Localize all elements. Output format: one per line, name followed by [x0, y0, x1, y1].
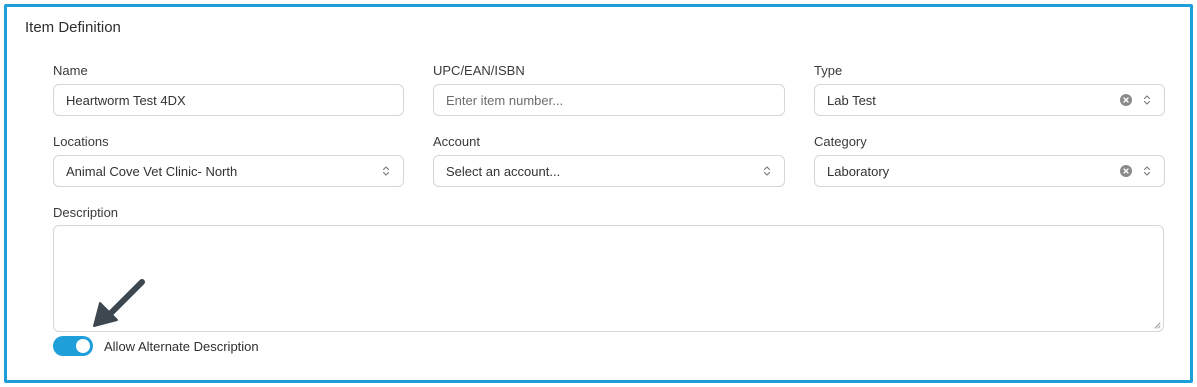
name-label: Name — [53, 63, 88, 78]
category-select[interactable]: Laboratory — [814, 155, 1165, 187]
allow-alternate-description-toggle[interactable] — [53, 336, 93, 356]
category-value: Laboratory — [827, 163, 890, 179]
clear-x-icon[interactable] — [1120, 94, 1132, 106]
toggle-knob — [76, 339, 90, 353]
allow-alternate-description-label: Allow Alternate Description — [104, 339, 259, 354]
chevron-updown-icon — [381, 163, 391, 179]
chevron-updown-icon — [762, 163, 772, 179]
upc-input[interactable]: Enter item number... — [433, 84, 785, 116]
resize-grip-icon[interactable] — [1153, 321, 1161, 329]
clear-x-icon[interactable] — [1120, 165, 1132, 177]
description-label: Description — [53, 205, 119, 220]
section-title: Item Definition — [25, 19, 121, 36]
type-select[interactable]: Lab Test — [814, 84, 1165, 116]
account-select[interactable]: Select an account... — [433, 155, 785, 187]
chevron-updown-icon — [1142, 92, 1152, 108]
chevron-updown-icon — [1142, 163, 1152, 179]
category-label: Category — [814, 134, 867, 149]
description-textarea[interactable] — [53, 225, 1164, 332]
locations-value: Animal Cove Vet Clinic- North — [66, 163, 238, 179]
type-value: Lab Test — [827, 92, 876, 108]
upc-label: UPC/EAN/ISBN — [433, 63, 525, 78]
name-input[interactable]: Heartworm Test 4DX — [53, 84, 404, 116]
account-placeholder: Select an account... — [446, 163, 561, 179]
pointer-arrow-icon — [93, 279, 145, 327]
upc-placeholder: Enter item number... — [446, 92, 564, 108]
name-value: Heartworm Test 4DX — [66, 92, 186, 108]
type-label: Type — [814, 63, 843, 78]
account-label: Account — [433, 134, 480, 149]
locations-select[interactable]: Animal Cove Vet Clinic- North — [53, 155, 404, 187]
locations-label: Locations — [53, 134, 109, 149]
